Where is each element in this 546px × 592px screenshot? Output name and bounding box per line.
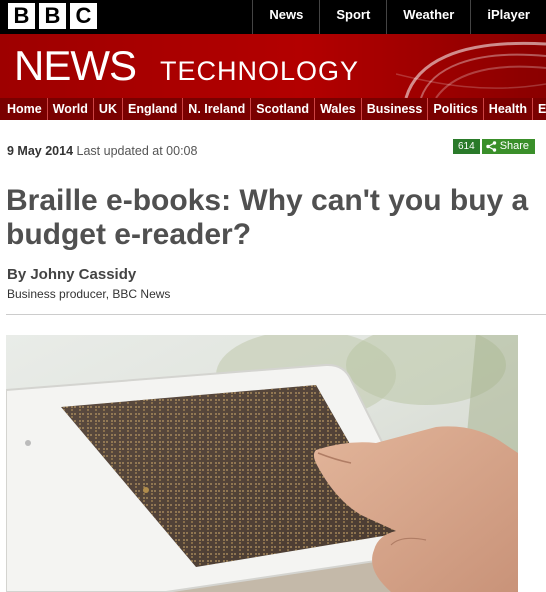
divider [6,314,546,315]
nav-n-ireland[interactable]: N. Ireland [183,98,252,120]
top-nav-iplayer[interactable]: iPlayer [470,0,546,34]
bbc-logo[interactable]: B B C [8,3,97,29]
nav-world[interactable]: World [48,98,94,120]
author-name: By Johny Cassidy [7,266,137,283]
masthead: NEWS TECHNOLOGY [0,34,546,98]
article-dateline: 9 May 2014 Last updated at 00:08 [7,144,197,158]
nav-uk[interactable]: UK [94,98,123,120]
share-icon [485,141,496,152]
share-button[interactable]: Share [481,139,536,154]
article-date: 9 May 2014 [7,144,74,158]
top-bar: B B C News Sport Weather iPlayer [0,0,546,34]
logo-letter-b1: B [8,3,35,29]
top-nav: News Sport Weather iPlayer [252,0,546,34]
article-image [6,335,518,592]
nav-politics[interactable]: Politics [428,98,484,120]
nav-england[interactable]: England [123,98,184,120]
top-nav-weather[interactable]: Weather [386,0,470,34]
article-headline: Braille e-books: Why can't you buy a bud… [6,184,529,251]
masthead-swirl-graphic [396,41,546,98]
section-nav: Home World UK England N. Ireland Scotlan… [0,98,546,120]
top-nav-sport[interactable]: Sport [319,0,386,34]
nav-business[interactable]: Business [362,98,429,120]
top-nav-news[interactable]: News [252,0,319,34]
share-widget: 614 Share [453,139,536,154]
news-title[interactable]: NEWS [14,42,137,90]
section-title[interactable]: TECHNOLOGY [160,56,359,86]
share-count: 614 [453,139,480,154]
nav-home[interactable]: Home [0,98,48,120]
author-role: Business producer, BBC News [7,287,171,301]
nav-wales[interactable]: Wales [315,98,362,120]
nav-scotland[interactable]: Scotland [251,98,316,120]
nav-education[interactable]: Ed [533,98,546,120]
logo-letter-b2: B [39,3,66,29]
article-updated: Last updated at 00:08 [76,144,198,158]
logo-letter-c: C [70,3,97,29]
share-label: Share [499,140,530,152]
nav-health[interactable]: Health [484,98,533,120]
braille-ereader-photo [6,335,518,592]
